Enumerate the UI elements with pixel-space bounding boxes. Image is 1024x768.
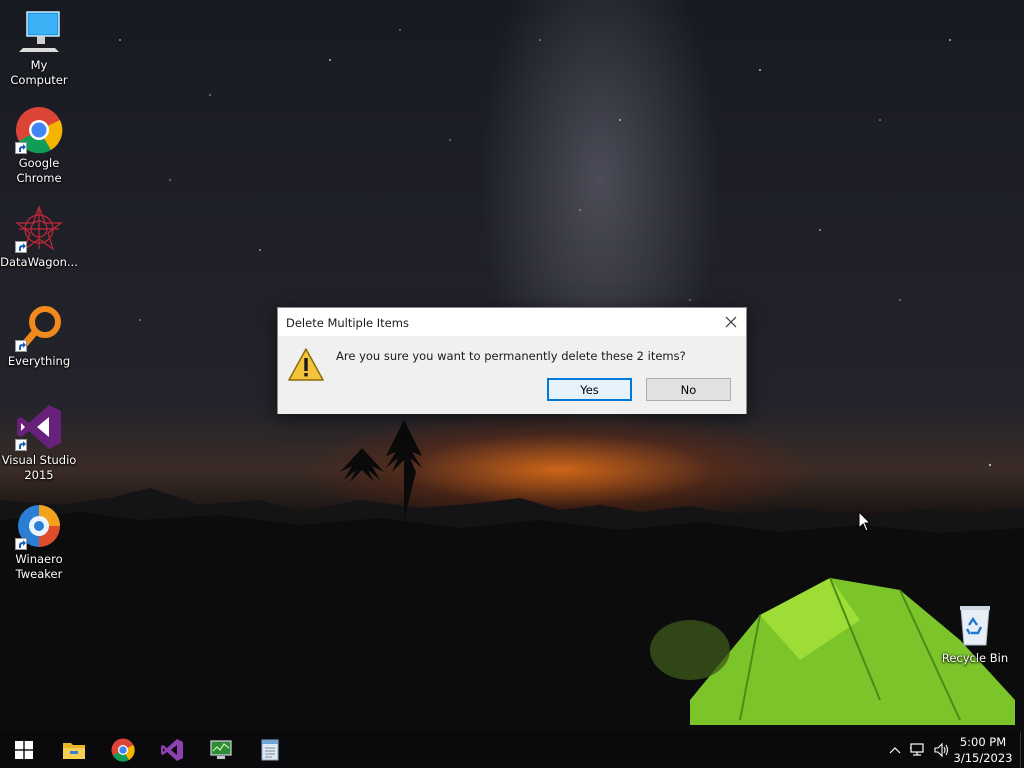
desktop-icon-label: Everything: [7, 354, 71, 368]
visual-studio-icon: [15, 403, 63, 451]
taskbar-visual-studio[interactable]: [148, 732, 196, 768]
desktop-icon-winaero-tweaker[interactable]: Winaero Tweaker: [1, 502, 77, 582]
tray-overflow-button[interactable]: [884, 732, 906, 768]
dialog-title: Delete Multiple Items: [286, 316, 409, 330]
everything-search-icon: [15, 304, 63, 352]
taskbar-file-explorer[interactable]: [50, 732, 98, 768]
shortcut-arrow-icon: [15, 241, 27, 253]
winaero-tweaker-icon: [15, 502, 63, 550]
speaker-volume-icon: [934, 742, 949, 758]
mouse-cursor-icon: [858, 511, 872, 532]
no-button[interactable]: No: [646, 378, 731, 401]
desktop-icon-my-computer[interactable]: My Computer: [1, 8, 77, 88]
datawagon-icon: [15, 205, 63, 253]
desktop-icon-visual-studio[interactable]: Visual Studio 2015: [1, 403, 77, 483]
tray-network[interactable]: [906, 732, 930, 768]
taskbar: 5:00 PM 3/15/2023: [0, 732, 1024, 768]
desktop-icon-label: DataWagon...: [0, 255, 78, 269]
delete-confirmation-dialog: Delete Multiple Items Are you sure you w…: [277, 307, 747, 414]
yes-button[interactable]: Yes: [547, 378, 632, 401]
notepad-document-icon: [261, 739, 279, 761]
file-explorer-icon: [63, 743, 85, 759]
close-icon: [725, 316, 737, 328]
chrome-icon: [15, 106, 63, 154]
warning-icon: [288, 348, 324, 381]
clock-time: 5:00 PM: [959, 735, 1007, 749]
show-desktop-button[interactable]: [1020, 732, 1024, 768]
taskbar-notepad[interactable]: [246, 732, 294, 768]
dialog-message: Are you sure you want to permanently del…: [336, 349, 686, 363]
shortcut-arrow-icon: [15, 538, 27, 550]
chrome-icon: [111, 738, 135, 762]
tray-volume[interactable]: [930, 732, 954, 768]
start-button[interactable]: [0, 732, 48, 768]
desktop-icon-label: My Computer: [10, 58, 68, 87]
visual-studio-icon: [161, 739, 183, 761]
desktop-icon-label: Google Chrome: [16, 156, 62, 185]
taskbar-clock[interactable]: 5:00 PM 3/15/2023: [952, 734, 1014, 766]
desktop-icon-label: Recycle Bin: [941, 651, 1009, 665]
desktop-icon-recycle-bin[interactable]: Recycle Bin: [937, 601, 1013, 666]
desktop-icon-label: Winaero Tweaker: [15, 552, 63, 581]
close-button[interactable]: [716, 308, 746, 336]
desktop-icon-datawagon[interactable]: DataWagon...: [0, 205, 78, 270]
shortcut-arrow-icon: [15, 439, 27, 451]
network-icon: [910, 743, 924, 756]
system-monitor-icon: [210, 740, 232, 759]
shortcut-arrow-icon: [15, 142, 27, 154]
desktop-icon-everything[interactable]: Everything: [1, 304, 77, 369]
recycle-bin-icon: [951, 601, 999, 649]
start-windows-icon: [15, 741, 33, 759]
desktop-icon-label: Visual Studio 2015: [1, 453, 77, 482]
computer-icon: [15, 8, 63, 56]
taskbar-chrome[interactable]: [99, 732, 147, 768]
clock-date: 3/15/2023: [953, 751, 1013, 765]
desktop-icon-google-chrome[interactable]: Google Chrome: [1, 106, 77, 186]
chevron-up-icon: [889, 747, 901, 754]
dialog-title-bar[interactable]: Delete Multiple Items: [278, 308, 746, 336]
dialog-body: Are you sure you want to permanently del…: [278, 336, 746, 414]
shortcut-arrow-icon: [15, 340, 27, 352]
taskbar-system-monitor[interactable]: [197, 732, 245, 768]
